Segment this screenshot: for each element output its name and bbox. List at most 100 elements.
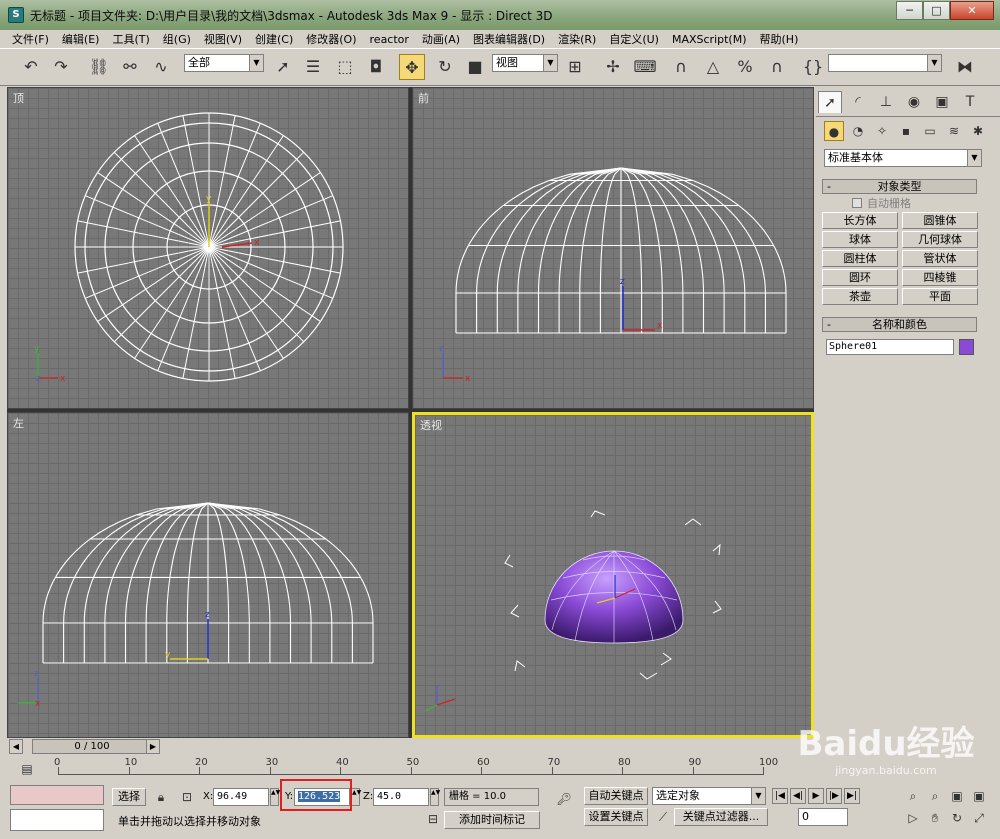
field-of-view-icon[interactable]: ▷ <box>904 810 922 826</box>
plane-button[interactable]: 平面 <box>902 288 978 305</box>
create-tab-icon[interactable]: ➚ <box>818 91 842 113</box>
display-tab-icon[interactable]: ▣ <box>930 91 954 113</box>
geometry-icon[interactable]: ● <box>824 121 844 141</box>
cone-button[interactable]: 圆锥体 <box>902 212 978 229</box>
percent-snap-icon[interactable]: % <box>732 54 758 80</box>
sphere-button[interactable]: 球体 <box>822 231 898 248</box>
scale-icon[interactable]: ■ <box>462 54 488 80</box>
motion-tab-icon[interactable]: ◉ <box>902 91 926 113</box>
space-warps-icon[interactable]: ≋ <box>944 121 964 141</box>
undo-icon[interactable]: ↶ <box>18 54 44 80</box>
maxscript-listener-box[interactable] <box>10 785 104 805</box>
rotate-icon[interactable]: ↻ <box>432 54 458 80</box>
viewport-left[interactable]: 左 z y z x <box>7 412 409 738</box>
box-button[interactable]: 长方体 <box>822 212 898 229</box>
menu-reactor[interactable]: reactor <box>370 33 409 46</box>
manipulate-icon[interactable]: ✢ <box>600 54 626 80</box>
move-icon[interactable]: ✥ <box>399 54 425 80</box>
name-color-rollout[interactable]: - 名称和颜色 <box>822 317 977 332</box>
x-coordinate-input[interactable]: 96.49 <box>213 788 269 806</box>
modify-tab-icon[interactable]: ◜ <box>846 91 870 113</box>
snap-3d-icon[interactable]: ∩ <box>668 54 694 80</box>
menu-create[interactable]: 创建(C) <box>255 31 293 47</box>
spinner-snap-icon[interactable]: ∩ <box>764 54 790 80</box>
viewport-front[interactable]: 前 z x z x <box>412 87 814 409</box>
geosphere-button[interactable]: 几何球体 <box>902 231 978 248</box>
menu-graph-editors[interactable]: 图表编辑器(D) <box>473 31 545 47</box>
lights-icon[interactable]: ✧ <box>872 121 892 141</box>
lock-icon[interactable]: 🔒︎ <box>152 789 170 805</box>
object-color-swatch[interactable] <box>959 339 974 355</box>
key-tangent-icon[interactable]: ⟋ <box>654 809 672 825</box>
hierarchy-tab-icon[interactable]: ⊥ <box>874 91 898 113</box>
keyboard-shortcut-icon[interactable]: ⌨ <box>632 54 658 80</box>
prev-frame-icon[interactable]: ◀ <box>9 739 23 754</box>
set-key-button[interactable]: 设置关键点 <box>584 808 648 826</box>
select-by-name-icon[interactable]: ☰ <box>300 54 326 80</box>
use-pivot-icon[interactable]: ⊞ <box>562 54 588 80</box>
torus-button[interactable]: 圆环 <box>822 269 898 286</box>
key-filters-button[interactable]: 关键点过滤器... <box>674 808 768 826</box>
select-icon[interactable]: ➚ <box>270 54 296 80</box>
menu-maxscript[interactable]: MAXScript(M) <box>672 33 747 46</box>
selection-filter-dropdown[interactable]: 全部 ▼ <box>184 54 264 72</box>
next-frame-icon[interactable]: ▶ <box>146 739 160 754</box>
mirror-icon[interactable]: ⧓ <box>952 54 978 80</box>
time-tag-icon[interactable]: ⊟ <box>424 811 442 827</box>
y-spinner[interactable]: ▲▼ <box>351 788 361 806</box>
x-spinner[interactable]: ▲▼ <box>270 788 280 806</box>
systems-icon[interactable]: ✱ <box>968 121 988 141</box>
ref-coord-dropdown[interactable]: 视图 ▼ <box>492 54 558 72</box>
menu-group[interactable]: 组(G) <box>163 31 191 47</box>
cameras-icon[interactable]: ▪ <box>896 121 916 141</box>
tube-button[interactable]: 管状体 <box>902 250 978 267</box>
teapot-button[interactable]: 茶壶 <box>822 288 898 305</box>
named-selection-dropdown[interactable]: ▼ <box>828 54 942 72</box>
viewport-perspective[interactable]: 透视 <box>412 412 814 738</box>
pyramid-button[interactable]: 四棱锥 <box>902 269 978 286</box>
add-time-tag-button[interactable]: 添加时间标记 <box>444 811 540 829</box>
helpers-icon[interactable]: ▭ <box>920 121 940 141</box>
unlink-icon[interactable]: ⚯ <box>117 54 143 80</box>
category-dropdown[interactable]: 标准基本体 ▼ <box>824 149 982 167</box>
object-type-rollout[interactable]: - 对象类型 <box>822 179 977 194</box>
window-crossing-icon[interactable]: ◘ <box>363 54 389 80</box>
menu-file[interactable]: 文件(F) <box>12 31 49 47</box>
mini-curve-editor-icon[interactable]: ▤ <box>18 761 36 777</box>
bind-space-warp-icon[interactable]: ∿ <box>148 54 174 80</box>
time-slider[interactable]: 0 / 100 <box>32 739 152 754</box>
utilities-tab-icon[interactable]: T <box>958 91 982 113</box>
menu-animation[interactable]: 动画(A) <box>422 31 460 47</box>
menu-edit[interactable]: 编辑(E) <box>62 31 100 47</box>
rect-selection-icon[interactable]: ⬚ <box>332 54 358 80</box>
menu-tools[interactable]: 工具(T) <box>112 31 149 47</box>
maximize-viewport-icon[interactable]: ⤢ <box>970 810 988 826</box>
maxscript-input-box[interactable] <box>10 809 104 831</box>
viewport-top[interactable]: 顶 x y y z x <box>7 87 409 409</box>
object-name-input[interactable]: Sphere01 <box>826 339 954 355</box>
3ds-max-icon[interactable]: S <box>8 7 24 23</box>
redo-icon[interactable]: ↷ <box>48 54 74 80</box>
auto-key-button[interactable]: 自动关键点 <box>584 787 648 805</box>
maximize-button[interactable]: □ <box>923 1 950 20</box>
close-button[interactable]: ✕ <box>950 1 994 20</box>
cylinder-button[interactable]: 圆柱体 <box>822 250 898 267</box>
minimize-button[interactable]: ─ <box>896 1 923 20</box>
link-icon[interactable]: ⛓ <box>86 54 112 80</box>
key-mode-dropdown[interactable]: 选定对象 ▼ <box>652 787 766 805</box>
menu-customize[interactable]: 自定义(U) <box>609 31 659 47</box>
edit-named-selection-icon[interactable]: {} <box>800 54 826 80</box>
menu-rendering[interactable]: 渲染(R) <box>558 31 596 47</box>
orbit-icon[interactable]: ↻ <box>948 810 966 826</box>
key-icon[interactable]: 🔑︎ <box>552 791 576 807</box>
pan-icon[interactable]: ✋︎ <box>926 810 944 826</box>
absolute-mode-icon[interactable]: ⊡ <box>178 789 196 805</box>
track-bar[interactable]: ▤ 0 10 20 30 40 50 60 70 80 90 100 <box>0 757 778 783</box>
menu-views[interactable]: 视图(V) <box>204 31 242 47</box>
z-coordinate-input[interactable]: 45.0 <box>373 788 429 806</box>
menu-modifiers[interactable]: 修改器(O) <box>306 31 356 47</box>
menu-help[interactable]: 帮助(H) <box>760 31 799 47</box>
autogrid-checkbox[interactable]: 自动栅格 <box>852 195 911 211</box>
shapes-icon[interactable]: ◔ <box>848 121 868 141</box>
angle-snap-icon[interactable]: △ <box>700 54 726 80</box>
